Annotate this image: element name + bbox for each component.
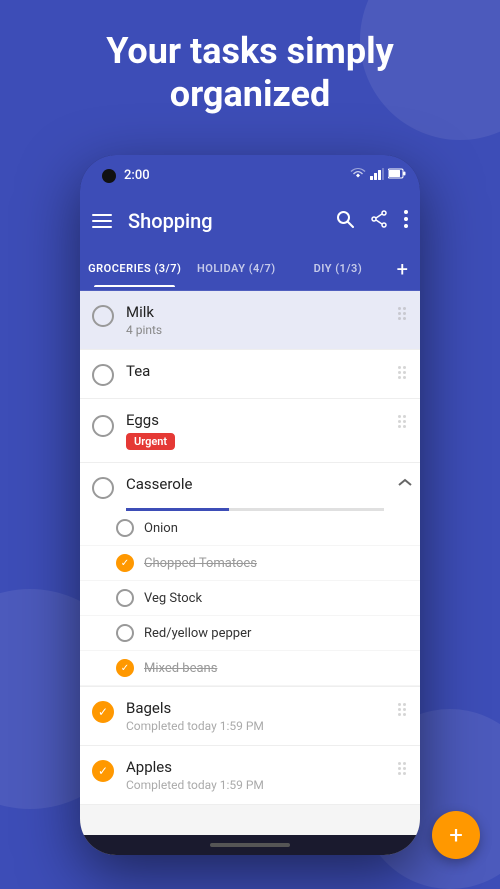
expand-icon[interactable] [398, 475, 412, 491]
wifi-icon [350, 168, 366, 183]
share-icon[interactable] [370, 210, 388, 233]
sub-item-text-red-pepper: Red/yellow pepper [144, 626, 251, 641]
progress-bar-fill [126, 508, 229, 511]
task-item-casserole: Casserole [80, 463, 420, 511]
sub-item-text-onion: Onion [144, 521, 178, 536]
sub-item-red-pepper: Red/yellow pepper [80, 616, 420, 651]
sub-item-text-chopped-tomatoes: Chopped Tomatoes [144, 556, 257, 571]
phone-bottom-bar [80, 835, 420, 855]
app-title: Shopping [128, 209, 336, 233]
task-content-apples: Apples Completed today 1:59 PM [126, 758, 392, 792]
task-title-milk: Milk [126, 303, 392, 321]
task-checkbox-tea[interactable] [92, 364, 114, 386]
task-item-apples: Apples Completed today 1:59 PM [80, 746, 420, 805]
drag-handle-bagels [392, 699, 412, 720]
sub-item-chopped-tomatoes: Chopped Tomatoes [80, 546, 420, 581]
phone-camera [102, 169, 116, 183]
battery-icon [388, 168, 406, 182]
progress-bar-container [126, 508, 384, 511]
task-checkbox-eggs[interactable] [92, 415, 114, 437]
phone-shell: 2:00 [80, 155, 420, 855]
urgent-badge: Urgent [126, 433, 175, 450]
drag-handle-milk [392, 303, 412, 324]
fab-button[interactable]: + [432, 811, 480, 859]
status-bar: 2:00 [80, 155, 420, 195]
sub-items-list: Onion Chopped Tomatoes Veg Stock Red/yel… [80, 511, 420, 687]
sub-item-mixed-beans: Mixed beans [80, 651, 420, 686]
sub-checkbox-red-pepper[interactable] [116, 624, 134, 642]
hero-text: Your tasks simply organized [0, 30, 500, 116]
task-content-casserole: Casserole [126, 475, 412, 493]
drag-handle-apples [392, 758, 412, 779]
sub-item-text-veg-stock: Veg Stock [144, 591, 202, 606]
task-title-tea: Tea [126, 362, 392, 380]
task-checkbox-bagels[interactable] [92, 701, 114, 723]
tab-holiday[interactable]: HOLIDAY (4/7) [186, 250, 288, 287]
task-list: Milk 4 pints Tea Egg [80, 291, 420, 855]
task-subtitle-bagels: Completed today 1:59 PM [126, 719, 392, 733]
tab-groceries[interactable]: GROCERIES (3/7) [84, 250, 186, 287]
task-title-apples: Apples [126, 758, 392, 776]
search-icon[interactable] [336, 210, 354, 233]
task-title-bagels: Bagels [126, 699, 392, 717]
sub-item-text-mixed-beans: Mixed beans [144, 661, 217, 676]
task-item-milk: Milk 4 pints [80, 291, 420, 350]
app-bar: Shopping [80, 195, 420, 247]
task-checkbox-milk[interactable] [92, 305, 114, 327]
sub-item-onion: Onion [80, 511, 420, 546]
task-checkbox-apples[interactable] [92, 760, 114, 782]
sub-checkbox-mixed-beans[interactable] [116, 659, 134, 677]
status-time: 2:00 [124, 168, 150, 183]
drag-handle-tea [392, 362, 412, 383]
more-options-icon[interactable] [404, 210, 408, 233]
task-item-bagels: Bagels Completed today 1:59 PM [80, 687, 420, 746]
task-subtitle-milk: 4 pints [126, 323, 392, 337]
sub-checkbox-chopped-tomatoes[interactable] [116, 554, 134, 572]
task-subtitle-apples: Completed today 1:59 PM [126, 778, 392, 792]
task-content-eggs: Eggs Urgent [126, 411, 392, 450]
task-title-eggs: Eggs [126, 411, 392, 429]
sub-checkbox-onion[interactable] [116, 519, 134, 537]
signal-icon [370, 168, 384, 183]
sub-item-veg-stock: Veg Stock [80, 581, 420, 616]
hamburger-icon[interactable] [92, 209, 112, 233]
sub-checkbox-veg-stock[interactable] [116, 589, 134, 607]
task-checkbox-casserole[interactable] [92, 477, 114, 499]
task-content-bagels: Bagels Completed today 1:59 PM [126, 699, 392, 733]
drag-handle-eggs [392, 411, 412, 432]
task-content-milk: Milk 4 pints [126, 303, 392, 337]
status-icons [350, 168, 406, 183]
home-indicator [210, 843, 290, 847]
add-list-button[interactable]: + [389, 249, 416, 289]
tab-diy[interactable]: DIY (1/3) [287, 250, 389, 287]
task-content-tea: Tea [126, 362, 392, 380]
task-item-tea: Tea [80, 350, 420, 399]
app-bar-actions [336, 210, 408, 233]
task-item-eggs: Eggs Urgent [80, 399, 420, 463]
tab-bar: GROCERIES (3/7) HOLIDAY (4/7) DIY (1/3) … [80, 247, 420, 291]
task-title-casserole: Casserole [126, 475, 412, 493]
